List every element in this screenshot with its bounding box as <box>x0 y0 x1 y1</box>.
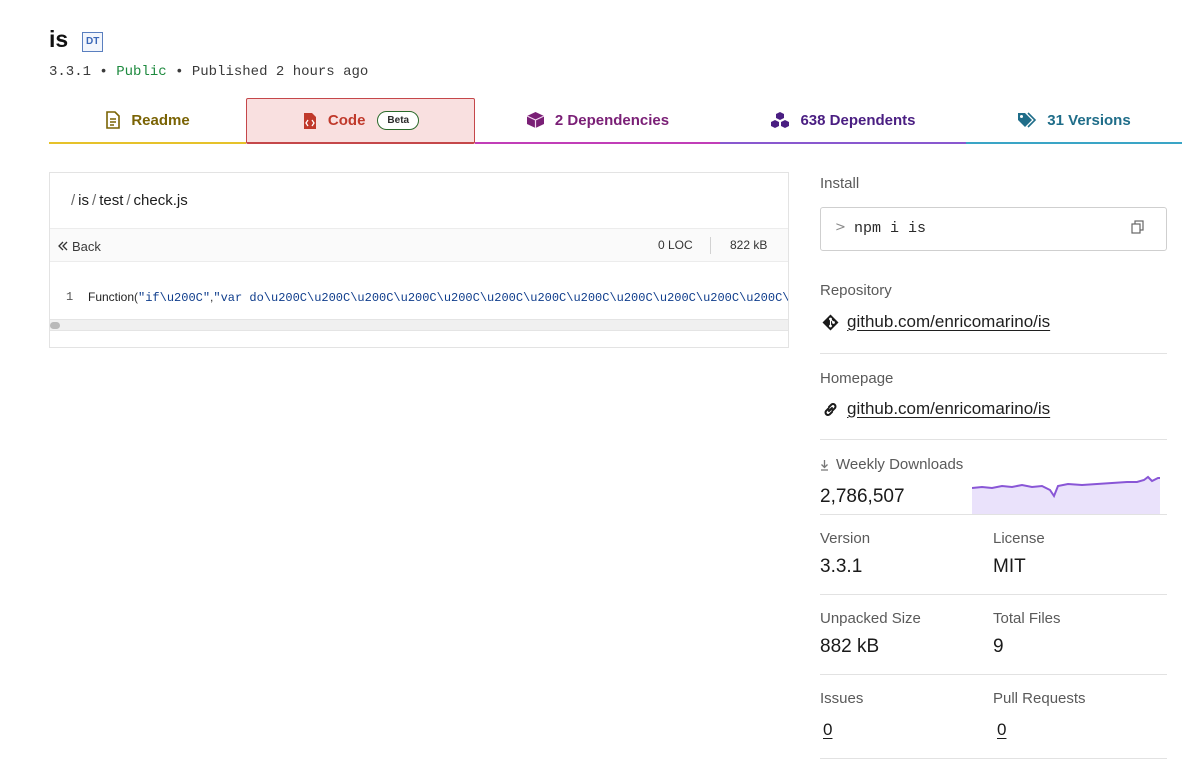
file-breadcrumb: / is / test / check.js <box>68 192 188 209</box>
issues-label: Issues <box>820 690 864 707</box>
back-label: Back <box>72 239 101 254</box>
tab-dependencies[interactable]: 2 Dependencies <box>475 98 720 144</box>
copy-icon[interactable] <box>1131 220 1144 239</box>
code-token-func: Function <box>88 290 135 304</box>
version-label: Version <box>820 530 871 547</box>
weekly-downloads-count: 2,786,507 <box>820 486 905 507</box>
tab-code[interactable]: Code Beta <box>246 98 475 144</box>
pull-requests-link[interactable]: 0 <box>997 720 1006 740</box>
boxes-icon <box>770 111 790 129</box>
beta-badge: Beta <box>377 111 420 130</box>
tab-label: 2 Dependencies <box>554 111 670 129</box>
path-separator: / <box>92 192 97 209</box>
divider <box>820 439 1167 440</box>
repository-link[interactable]: github.com/enricomarino/is <box>847 312 1050 332</box>
breadcrumb-item-file: check.js <box>133 192 188 209</box>
horizontal-scrollbar[interactable] <box>50 319 788 331</box>
published-time: Published 2 hours ago <box>191 64 369 80</box>
lines-of-code: 0 LOC <box>658 238 693 252</box>
tab-label: 638 Dependents <box>800 111 916 129</box>
weekly-downloads-label: Weekly Downloads <box>836 456 964 473</box>
code-viewer: / is / test / check.js Back 0 LOC 822 kB 1 Fu… <box>49 172 789 348</box>
tab-label: 31 Versions <box>1047 111 1131 129</box>
homepage-link-row: github.com/enricomarino/is <box>822 399 1050 419</box>
breadcrumb-item-test[interactable]: test <box>99 192 123 209</box>
install-command-box[interactable]: > npm i is <box>820 207 1167 251</box>
line-number: 1 <box>66 290 74 304</box>
divider <box>820 594 1167 595</box>
code-content: Function("if\u200C","var do\u200C\u200C\… <box>88 290 788 305</box>
tab-versions[interactable]: 31 Versions <box>966 98 1182 144</box>
homepage-label: Homepage <box>820 370 894 387</box>
divider <box>820 758 1167 759</box>
box-icon <box>526 111 545 129</box>
pull-requests-label: Pull Requests <box>993 690 1086 707</box>
path-separator: / <box>71 192 76 209</box>
double-chevron-left-icon <box>58 239 68 254</box>
code-toolbar: Back 0 LOC 822 kB <box>50 228 788 262</box>
issues-link[interactable]: 0 <box>823 720 832 740</box>
package-tabs: Readme Code Beta 2 Dependencies 638 Depe… <box>49 98 1182 144</box>
visibility-label: Public <box>116 64 167 80</box>
code-file-icon <box>302 112 318 130</box>
meta-bullet: • <box>175 64 184 80</box>
downloads-sparkline <box>972 475 1160 514</box>
scrollbar-thumb[interactable] <box>50 322 60 329</box>
code-token-string: "if\u200C" <box>138 291 211 305</box>
total-files-label: Total Files <box>993 610 1061 627</box>
path-separator: / <box>126 192 131 209</box>
divider <box>710 237 711 254</box>
weekly-downloads-header: Weekly Downloads <box>820 456 963 473</box>
file-size: 822 kB <box>730 238 768 252</box>
link-icon <box>822 401 839 418</box>
code-line: 1 Function("if\u200C","var do\u200C\u200… <box>50 290 788 308</box>
divider <box>820 674 1167 675</box>
license-label: License <box>993 530 1045 547</box>
package-name: is <box>49 26 69 52</box>
package-version: 3.3.1 <box>49 64 92 80</box>
tab-readme[interactable]: Readme <box>49 98 246 144</box>
typescript-dt-badge[interactable]: DT <box>82 31 104 52</box>
tab-dependents[interactable]: 638 Dependents <box>720 98 966 144</box>
package-header: is DT <box>49 26 104 53</box>
meta-bullet: • <box>99 64 108 80</box>
install-command[interactable]: npm i is <box>854 220 926 237</box>
file-icon <box>105 111 121 129</box>
license-value: MIT <box>993 556 1026 577</box>
unpacked-size-label: Unpacked Size <box>820 610 921 627</box>
divider <box>820 353 1167 354</box>
breadcrumb-item-is[interactable]: is <box>78 192 89 209</box>
tab-label: Code <box>327 112 366 129</box>
download-icon <box>820 459 829 471</box>
package-meta: 3.3.1 • Public • Published 2 hours ago <box>49 64 368 80</box>
package-page: is DT 3.3.1 • Public • Published 2 hours… <box>0 0 1200 760</box>
homepage-link[interactable]: github.com/enricomarino/is <box>847 399 1050 419</box>
divider <box>820 514 1167 515</box>
prompt-chevron-icon: > <box>835 220 846 235</box>
git-icon <box>822 314 839 331</box>
version-value: 3.3.1 <box>820 556 863 577</box>
tab-label: Readme <box>131 111 190 129</box>
code-token-string: "var do\u200C\u200C\u200C\u200C\u200C\u2… <box>213 291 788 305</box>
repository-label: Repository <box>820 282 892 299</box>
install-label: Install <box>820 175 860 192</box>
unpacked-size-value: 882 kB <box>820 636 880 657</box>
total-files-value: 9 <box>993 636 1004 657</box>
back-button[interactable]: Back <box>58 239 101 254</box>
repository-link-row: github.com/enricomarino/is <box>822 312 1050 332</box>
tag-icon <box>1017 112 1037 128</box>
